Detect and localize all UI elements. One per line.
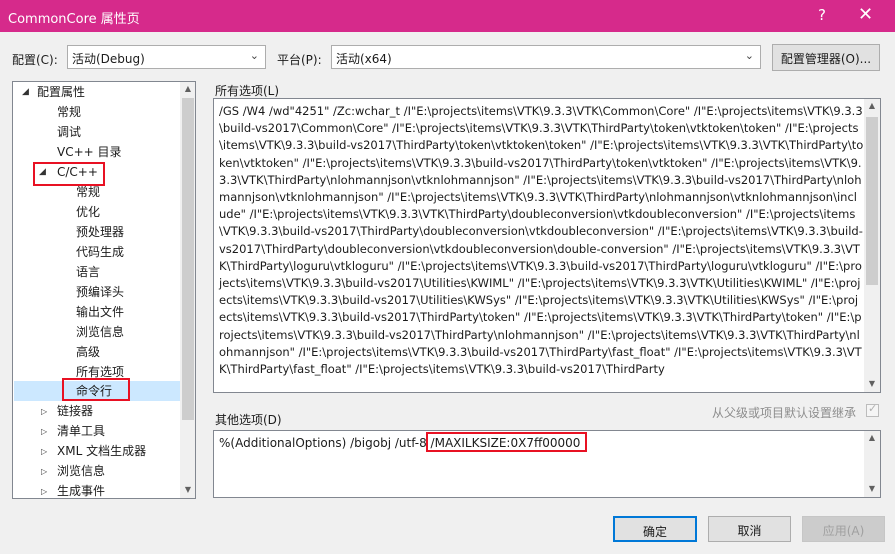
cpp-highlight-box	[33, 162, 105, 186]
property-tree[interactable]: ◢ 配置属性 常规 调试 VC++ 目录 ◢ C/C++ 常规 优化 预处理器 …	[12, 81, 196, 499]
ok-label: 确定	[642, 525, 667, 539]
tree-item-debugging[interactable]: 调试	[57, 122, 81, 142]
chevron-down-icon: ⌄	[744, 49, 754, 62]
collapsed-icon[interactable]: ▷	[41, 427, 47, 436]
collapsed-icon[interactable]: ▷	[41, 447, 47, 456]
scroll-down-icon[interactable]: ▼	[864, 379, 880, 388]
close-button[interactable]: ✕	[858, 4, 873, 25]
apply-label: 应用(A)	[822, 524, 865, 538]
scroll-up-icon[interactable]: ▲	[864, 433, 880, 442]
tree-item-language[interactable]: 语言	[76, 262, 100, 282]
scroll-down-icon[interactable]: ▼	[180, 485, 195, 494]
scroll-thumb[interactable]	[866, 117, 878, 285]
tree-item-config-properties[interactable]: 配置属性	[37, 82, 85, 102]
tree-scrollbar[interactable]: ▲ ▼	[180, 82, 195, 498]
collapsed-icon[interactable]: ▷	[41, 467, 47, 476]
platform-combo[interactable]: 活动(x64) ⌄	[331, 45, 761, 69]
tree-item-linker[interactable]: 链接器	[57, 401, 93, 421]
config-combo[interactable]: 活动(Debug) ⌄	[67, 45, 266, 69]
tree-item-browse-information[interactable]: 浏览信息	[57, 461, 105, 481]
help-button[interactable]: ?	[818, 6, 826, 24]
other-options-label: 其他选项(D)	[215, 413, 282, 427]
maxilksize-highlight-box	[426, 432, 587, 452]
config-manager-label: 配置管理器(O)...	[780, 52, 872, 66]
cancel-label: 取消	[737, 524, 762, 538]
tree-item-preprocessor[interactable]: 预处理器	[76, 222, 124, 242]
tree-item-vc-directories[interactable]: VC++ 目录	[57, 142, 122, 162]
scroll-up-icon[interactable]: ▲	[180, 84, 195, 93]
inherit-label: 从父级或项目默认设置继承	[712, 406, 857, 420]
tree-item-optimization[interactable]: 优化	[76, 202, 100, 222]
tree-item-xml-doc-generator[interactable]: XML 文档生成器	[57, 441, 146, 461]
config-value: 活动(Debug)	[72, 52, 145, 66]
apply-button: 应用(A)	[802, 516, 885, 542]
config-label: 配置(C):	[12, 53, 58, 67]
other-options-scrollbar[interactable]: ▲ ▼	[864, 431, 880, 497]
cancel-button[interactable]: 取消	[708, 516, 791, 542]
other-options-prefix: %(AdditionalOptions) /bigobj /utf-8	[219, 436, 431, 450]
inherit-checkbox[interactable]	[866, 402, 879, 417]
scroll-thumb[interactable]	[182, 98, 194, 420]
tree-item-advanced[interactable]: 高级	[76, 342, 100, 362]
ok-button[interactable]: 确定	[613, 516, 697, 542]
tree-item-browse-info[interactable]: 浏览信息	[76, 322, 124, 342]
tree-item-build-events[interactable]: 生成事件	[57, 481, 105, 498]
tree-item-code-generation[interactable]: 代码生成	[76, 242, 124, 262]
platform-value: 活动(x64)	[336, 52, 392, 66]
config-manager-button[interactable]: 配置管理器(O)...	[772, 44, 880, 71]
scroll-up-icon[interactable]: ▲	[864, 101, 880, 110]
expand-icon[interactable]: ◢	[22, 87, 29, 97]
chevron-down-icon: ⌄	[249, 49, 259, 62]
all-options-text: /GS /W4 /wd"4251" /Zc:wchar_t /I"E:\proj…	[219, 104, 864, 377]
all-options-label: 所有选项(L)	[215, 84, 280, 98]
tree-item-precompiled-headers[interactable]: 预编译头	[76, 282, 124, 302]
collapsed-icon[interactable]: ▷	[41, 407, 47, 416]
tree-item-general[interactable]: 常规	[57, 102, 81, 122]
all-options-scrollbar[interactable]: ▲ ▼	[864, 99, 880, 392]
platform-label: 平台(P):	[277, 53, 322, 67]
tree-item-manifest-tool[interactable]: 清单工具	[57, 421, 105, 441]
tree-item-output-files[interactable]: 输出文件	[76, 302, 124, 322]
window-title: CommonCore 属性页	[8, 12, 140, 27]
command-line-highlight-box	[62, 378, 130, 401]
collapsed-icon[interactable]: ▷	[41, 487, 47, 496]
title-bar: CommonCore 属性页 ? ✕	[0, 0, 895, 32]
all-options-textbox[interactable]: /GS /W4 /wd"4251" /Zc:wchar_t /I"E:\proj…	[213, 98, 881, 393]
scroll-down-icon[interactable]: ▼	[864, 484, 880, 493]
